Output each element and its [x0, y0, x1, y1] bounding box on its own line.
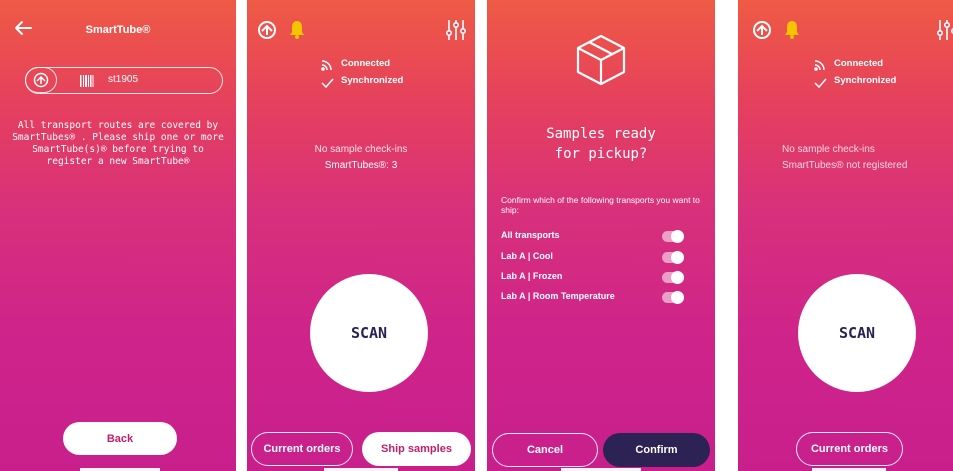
screen-register-smarttube: SmartTube® st1905 All transport routes a…: [0, 0, 236, 471]
transport-label: Lab A | Cool: [501, 251, 553, 261]
upload-logo-icon: [752, 20, 772, 45]
transport-label: Lab A | Frozen: [501, 271, 563, 281]
sliders-icon[interactable]: [936, 19, 953, 46]
cancel-button[interactable]: Cancel: [492, 433, 598, 467]
checkmark-icon: [814, 75, 827, 93]
page-title: SmartTube®: [85, 24, 151, 36]
scan-button[interactable]: SCAN: [798, 274, 916, 392]
bell-icon[interactable]: [289, 20, 305, 44]
screen-scan-home: Connected Synchronized No sample check-i…: [247, 0, 475, 471]
transport-label: All transports: [501, 230, 560, 240]
transport-label: Lab A | Room Temperature: [501, 291, 615, 301]
smarttube-id-field[interactable]: st1905: [25, 67, 223, 94]
coverage-message: All transport routes are covered by Smar…: [12, 120, 224, 167]
screen-ship-confirmation: Samples ready for pickup? Confirm which …: [487, 0, 715, 471]
checkins-info: No sample check-ins: [782, 144, 875, 155]
confirm-button[interactable]: Confirm: [603, 433, 710, 467]
barcode-icon: [80, 74, 94, 92]
scan-button[interactable]: SCAN: [310, 274, 428, 392]
transport-toggle-frozen[interactable]: [662, 271, 684, 284]
smarttubes-count: SmartTubes®: 3: [324, 160, 398, 171]
current-orders-button[interactable]: Current orders: [796, 432, 903, 466]
status-synchronized: Synchronized: [341, 75, 404, 86]
status-connected: Connected: [834, 58, 884, 69]
pickup-heading-line1: Samples ready: [546, 126, 656, 142]
checkmark-icon: [321, 75, 334, 93]
status-synchronized: Synchronized: [834, 75, 897, 86]
upload-logo-icon: [257, 20, 277, 45]
ship-instructions: Confirm which of the following transport…: [501, 195, 700, 215]
upload-logo-icon: [25, 67, 57, 93]
bell-icon[interactable]: [784, 20, 800, 44]
wifi-icon: [814, 57, 828, 76]
pickup-heading-line2: for pickup?: [554, 146, 648, 162]
status-connected: Connected: [341, 58, 391, 69]
transport-toggle-room-temperature[interactable]: [662, 291, 684, 304]
transport-toggle-all[interactable]: [662, 230, 684, 243]
ship-samples-button[interactable]: Ship samples: [362, 432, 471, 466]
wifi-icon: [321, 57, 335, 76]
smarttube-id-value: st1905: [108, 74, 139, 85]
sliders-icon[interactable]: [445, 19, 467, 46]
screen-scan-not-registered: Connected Synchronized No sample check-i…: [738, 0, 953, 471]
back-button[interactable]: Back: [63, 422, 177, 455]
checkins-info: No sample check-ins: [314, 144, 408, 155]
box-icon: [574, 33, 628, 92]
registration-status: SmartTubes® not registered: [782, 160, 908, 171]
transport-toggle-cool[interactable]: [662, 251, 684, 264]
current-orders-button[interactable]: Current orders: [251, 432, 353, 466]
